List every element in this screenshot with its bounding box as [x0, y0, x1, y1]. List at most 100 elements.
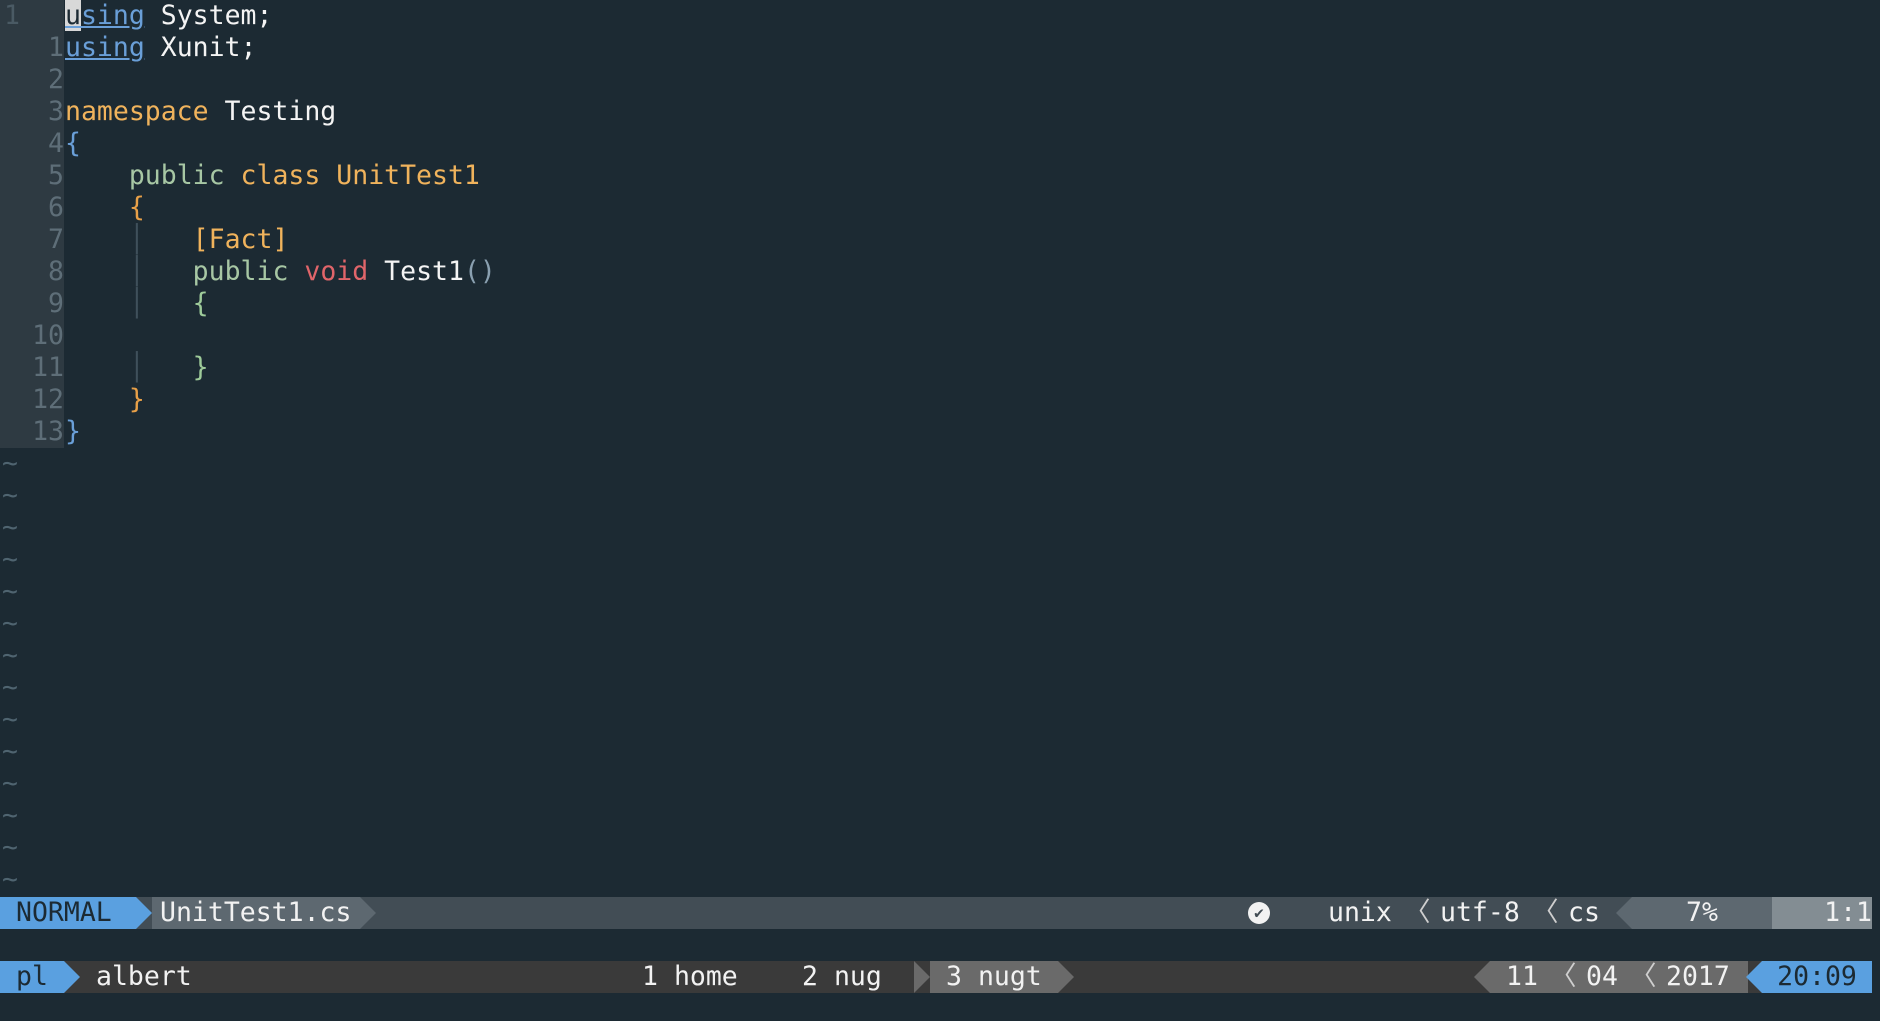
brace: }: [192, 352, 209, 383]
keyword-public: public: [128, 160, 225, 191]
indent-guide: │: [128, 224, 145, 255]
line-number: 5: [0, 160, 64, 192]
line-number: 13: [0, 416, 64, 448]
code-text: Testing: [208, 96, 337, 127]
username: albert: [96, 961, 192, 992]
date-arrow-separator: [1474, 961, 1490, 993]
empty-line-marker: ~: [2, 704, 18, 735]
percent-arrow-separator: [1616, 897, 1632, 929]
window-name: home: [673, 961, 738, 992]
brace: }: [128, 384, 145, 415]
code-line[interactable]: 4 {: [0, 128, 1880, 160]
active-window-right-arrow: [1058, 961, 1074, 993]
filename-arrow-separator: [360, 897, 376, 929]
window-index: 2: [802, 961, 818, 992]
keyword-void: void: [304, 256, 369, 287]
empty-line-marker: ~: [2, 672, 18, 703]
brace: {: [128, 192, 145, 223]
code-line[interactable]: 1 using Xunit;: [0, 32, 1880, 64]
chevron-left-icon: 〈: [1550, 961, 1577, 992]
check-circle-icon: ✔: [1248, 902, 1270, 924]
code-line[interactable]: 1 using System;: [0, 0, 1880, 32]
attribute: [Fact]: [192, 224, 289, 255]
empty-line-marker: ~: [2, 544, 18, 575]
window-tab-nugt[interactable]: 3 nugt: [946, 961, 1042, 993]
filename[interactable]: UnitTest1.cs: [152, 897, 360, 929]
code-line[interactable]: 11 │ }: [0, 352, 1880, 384]
date-day: 11: [1506, 961, 1538, 992]
time-arrow-separator: [1746, 961, 1762, 993]
empty-line-marker: ~: [2, 480, 18, 511]
mode-indicator: NORMAL: [0, 897, 136, 929]
indent-guide: │: [128, 352, 145, 383]
tmux-statusbar: pl albert 1 home 2 nug 3 nugt 11 〈 04 〈 …: [0, 961, 1872, 993]
keyword-namespace: namespace: [65, 96, 209, 127]
code-line[interactable]: 7 │ [Fact]: [0, 224, 1880, 256]
code-line[interactable]: 9 │ {: [0, 288, 1880, 320]
indent-guide: │: [128, 256, 145, 287]
code-line[interactable]: 3 namespace Testing: [0, 96, 1880, 128]
empty-line-marker: ~: [2, 640, 18, 671]
line-number: 7: [0, 224, 64, 256]
method-name: Test1: [384, 256, 464, 287]
code-line[interactable]: 2: [0, 64, 1880, 96]
brace: {: [192, 288, 209, 319]
brace: }: [65, 416, 81, 447]
empty-line-marker: ~: [2, 608, 18, 639]
brace: {: [65, 128, 81, 159]
line-number: 12: [0, 384, 64, 416]
code-text: System;: [144, 0, 273, 31]
empty-line-marker: ~: [2, 576, 18, 607]
window-index: 3: [946, 961, 962, 992]
date-year: 2017: [1666, 961, 1730, 992]
line-number: 3: [0, 96, 64, 128]
window-name: nug: [833, 961, 882, 992]
window-tab-nug[interactable]: 2 nug: [802, 961, 882, 993]
clock: 20:09: [1762, 961, 1872, 993]
window-index: 1: [642, 961, 658, 992]
date-month: 04: [1586, 961, 1618, 992]
code-line[interactable]: 12 }: [0, 384, 1880, 416]
filetype: cs: [1568, 897, 1600, 928]
code-line[interactable]: 8 │ public void Test1(): [0, 256, 1880, 288]
class-name: UnitTest1: [336, 160, 480, 191]
code-text: Xunit;: [144, 32, 257, 63]
chevron-left-icon: 〈: [1630, 961, 1657, 992]
line-number: 8: [0, 256, 64, 288]
empty-line-marker: ~: [2, 736, 18, 767]
empty-line-marker: ~: [2, 448, 18, 479]
scroll-percent: 7%: [1632, 897, 1772, 929]
line-number: 9: [0, 288, 64, 320]
text-cursor: u: [65, 0, 81, 31]
session-name[interactable]: pl: [0, 961, 64, 993]
line-number: 10: [0, 320, 64, 352]
window-tab-home[interactable]: 1 home: [642, 961, 738, 993]
encoding: utf-8: [1440, 897, 1520, 928]
fileformat: unix: [1328, 897, 1392, 928]
empty-line-marker: ~: [2, 768, 18, 799]
empty-line-marker: ~: [2, 512, 18, 543]
empty-line-marker: ~: [2, 832, 18, 863]
indent-guide: │: [128, 288, 145, 319]
empty-line-marker: ~: [2, 800, 18, 831]
mode-arrow-separator: [136, 897, 152, 929]
keyword-using: using: [65, 0, 145, 31]
line-number: 4: [0, 128, 64, 160]
line-number: 6: [0, 192, 64, 224]
keyword-using: using: [65, 32, 145, 63]
keyword-class: class: [240, 160, 321, 191]
vim-statusline: NORMAL UnitTest1.cs ✔ unix 〈 utf-8 〈 cs …: [0, 897, 1872, 929]
keyword-public: public: [192, 256, 289, 287]
chevron-left-icon: 〈: [1404, 897, 1431, 928]
session-arrow-separator: [64, 961, 80, 993]
empty-line-marker: ~: [2, 864, 18, 895]
code-line[interactable]: 6 {: [0, 192, 1880, 224]
line-number: 1: [0, 32, 64, 64]
parentheses: (): [463, 256, 496, 287]
code-line[interactable]: 10: [0, 320, 1880, 352]
active-window-left-arrow: [914, 961, 930, 993]
code-line[interactable]: 13 }: [0, 416, 1880, 448]
code-line[interactable]: 5 public class UnitTest1: [0, 160, 1880, 192]
chevron-left-icon: 〈: [1532, 897, 1559, 928]
line-number: 1: [0, 0, 64, 32]
